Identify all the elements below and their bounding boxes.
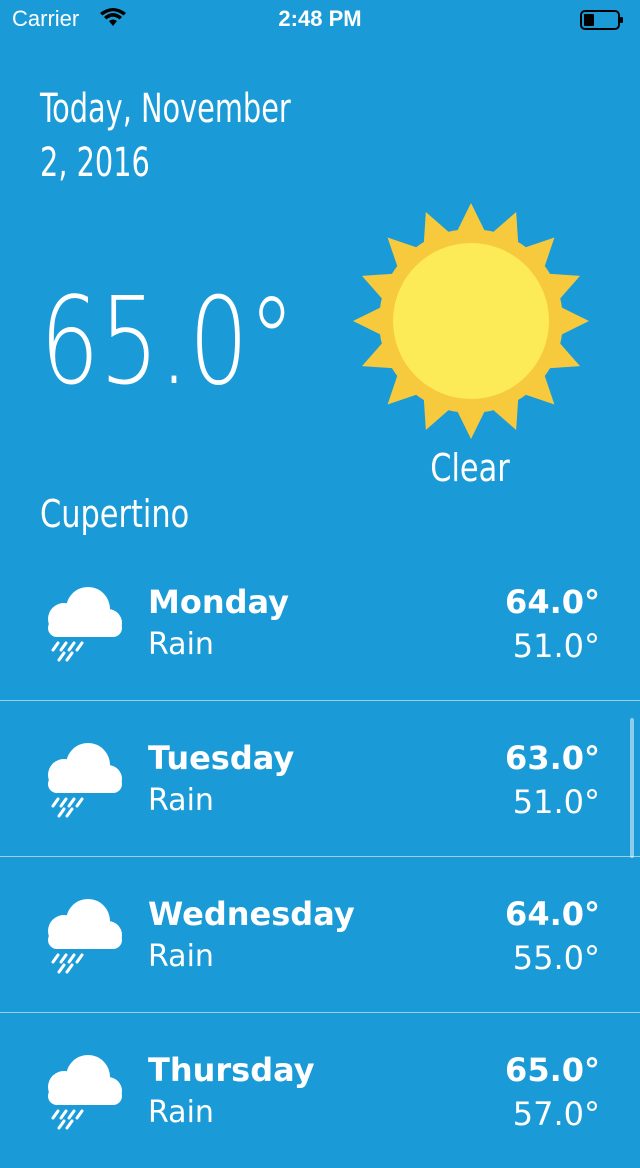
forecast-desc: Rain bbox=[148, 1095, 214, 1130]
current-temperature: 65.0° bbox=[40, 273, 296, 412]
forecast-day: Wednesday bbox=[148, 895, 355, 933]
forecast-high: 63.0° bbox=[505, 739, 600, 777]
status-bar: Carrier 2:48 PM bbox=[0, 0, 640, 40]
forecast-row[interactable]: Wednesday Rain 64.0° 55.0° bbox=[0, 857, 640, 1013]
current-condition: Clear bbox=[430, 446, 510, 490]
forecast-desc: Rain bbox=[148, 939, 214, 974]
rain-cloud-icon bbox=[46, 897, 124, 974]
rain-cloud-icon bbox=[46, 1053, 124, 1130]
date-line-1: Today, November bbox=[40, 86, 291, 132]
forecast-desc: Rain bbox=[148, 783, 214, 818]
rain-cloud-icon bbox=[46, 741, 124, 818]
forecast-low: 51.0° bbox=[512, 783, 600, 821]
rain-cloud-icon bbox=[46, 585, 124, 662]
forecast-low: 57.0° bbox=[512, 1095, 600, 1133]
forecast-row[interactable]: Monday Rain 64.0° 51.0° bbox=[0, 545, 640, 701]
forecast-high: 65.0° bbox=[505, 1051, 600, 1089]
forecast-day: Monday bbox=[148, 583, 289, 621]
forecast-row[interactable]: Thursday Rain 65.0° 57.0° bbox=[0, 1013, 640, 1168]
forecast-desc: Rain bbox=[148, 627, 214, 662]
scrollbar[interactable] bbox=[630, 718, 634, 858]
forecast-list[interactable]: Monday Rain 64.0° 51.0° Tuesday Rain 63.… bbox=[0, 545, 640, 1168]
forecast-day: Tuesday bbox=[148, 739, 295, 777]
forecast-low: 51.0° bbox=[512, 627, 600, 665]
city-name: Cupertino bbox=[40, 492, 190, 536]
forecast-row[interactable]: Tuesday Rain 63.0° 51.0° bbox=[0, 701, 640, 857]
forecast-high: 64.0° bbox=[505, 895, 600, 933]
status-time: 2:48 PM bbox=[278, 6, 362, 31]
forecast-high: 64.0° bbox=[505, 583, 600, 621]
battery-icon bbox=[580, 10, 623, 30]
current-date: Today, November 2, 2016 bbox=[40, 82, 291, 190]
forecast-day: Thursday bbox=[148, 1051, 315, 1089]
date-line-2: 2, 2016 bbox=[40, 140, 150, 186]
forecast-low: 55.0° bbox=[512, 939, 600, 977]
sun-icon bbox=[353, 203, 589, 439]
